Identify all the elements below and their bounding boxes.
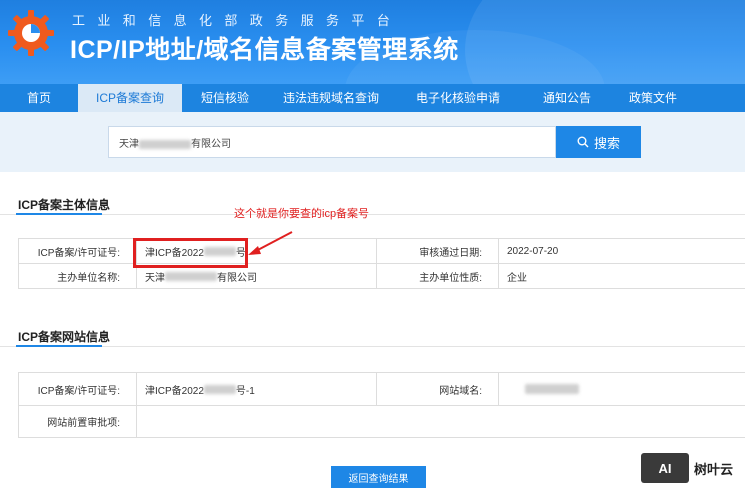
site-subtitle: 工业和信息化部政务服务平台: [72, 13, 403, 28]
approve-date-value: 2022-07-20: [498, 239, 745, 263]
site-domain-label: 网站域名:: [376, 373, 498, 405]
site-domain-value: [498, 373, 745, 405]
nav-icp-query[interactable]: ICP备案查询: [78, 84, 182, 112]
search-input-value: 天津 有限公司: [119, 139, 231, 150]
annotation-arrow-icon: [248, 231, 293, 255]
watermark: AI 树叶云: [641, 453, 733, 483]
annotation-text: 这个就是你要查的icp备案号: [234, 208, 370, 220]
redacted-text: [525, 384, 579, 394]
approve-date-label: 审核通过日期:: [376, 239, 498, 263]
subject-info-table: ICP备案/许可证号: 津ICP备2022 号 审核通过日期: 2022-07-2…: [18, 238, 745, 289]
annotation-highlight-box: [133, 238, 248, 268]
pre-approval-value: [136, 406, 745, 437]
nav-e-verify-apply[interactable]: 电子化核验申请: [394, 84, 522, 112]
pre-approval-label: 网站前置审批项:: [18, 406, 136, 437]
redacted-text: [203, 384, 236, 394]
section-divider: [0, 346, 745, 347]
search-button[interactable]: 搜索: [556, 126, 641, 158]
nav-notices[interactable]: 通知公告: [522, 84, 612, 112]
watermark-text: 树叶云: [694, 461, 734, 477]
org-nature-label: 主办单位性质:: [376, 264, 498, 288]
section-divider: [0, 214, 745, 215]
back-to-results-button[interactable]: 返回查询结果: [331, 466, 426, 488]
gear-logo-icon: [8, 10, 54, 56]
org-name-label: 主办单位名称:: [18, 264, 136, 288]
org-nature-value: 企业: [498, 264, 745, 288]
site-section-title: ICP备案网站信息: [18, 330, 111, 344]
section-underline: [16, 213, 102, 215]
main-nav: 首页 ICP备案查询 短信核验 违法违规域名查询 电子化核验申请 通知公告 政策…: [0, 84, 745, 112]
nav-sms-verify[interactable]: 短信核验: [182, 84, 268, 112]
search-area: 天津 有限公司 搜索: [0, 112, 745, 172]
watermark-badge: AI: [641, 453, 689, 483]
search-button-label: 搜索: [593, 135, 620, 151]
license-label: ICP备案/许可证号:: [18, 239, 136, 263]
subject-section-title: ICP备案主体信息: [18, 198, 111, 212]
nav-illegal-domain-query[interactable]: 违法违规域名查询: [268, 84, 394, 112]
redacted-text: [139, 139, 191, 149]
search-input[interactable]: 天津 有限公司: [108, 126, 556, 158]
nav-home[interactable]: 首页: [0, 84, 78, 112]
table-row: 主办单位名称: 天津 有限公司 主办单位性质: 企业: [18, 264, 745, 289]
redacted-text: [165, 271, 217, 281]
section-underline: [16, 345, 102, 347]
table-row: 网站前置审批项:: [18, 406, 745, 438]
table-row: ICP备案/许可证号: 津ICP备2022 号-1 网站域名:: [18, 373, 745, 406]
site-license-label: ICP备案/许可证号:: [18, 373, 136, 405]
site-header: 工业和信息化部政务服务平台 ICP/IP地址/域名信息备案管理系统: [0, 0, 745, 84]
search-icon: [577, 136, 589, 148]
site-title: ICP/IP地址/域名信息备案管理系统: [70, 36, 459, 64]
site-license-value: 津ICP备2022 号-1: [136, 373, 376, 405]
site-info-table: ICP备案/许可证号: 津ICP备2022 号-1 网站域名: 网站前置审批项:: [18, 372, 745, 438]
table-row: ICP备案/许可证号: 津ICP备2022 号 审核通过日期: 2022-07-2…: [18, 239, 745, 264]
nav-policy-files[interactable]: 政策文件: [612, 84, 694, 112]
